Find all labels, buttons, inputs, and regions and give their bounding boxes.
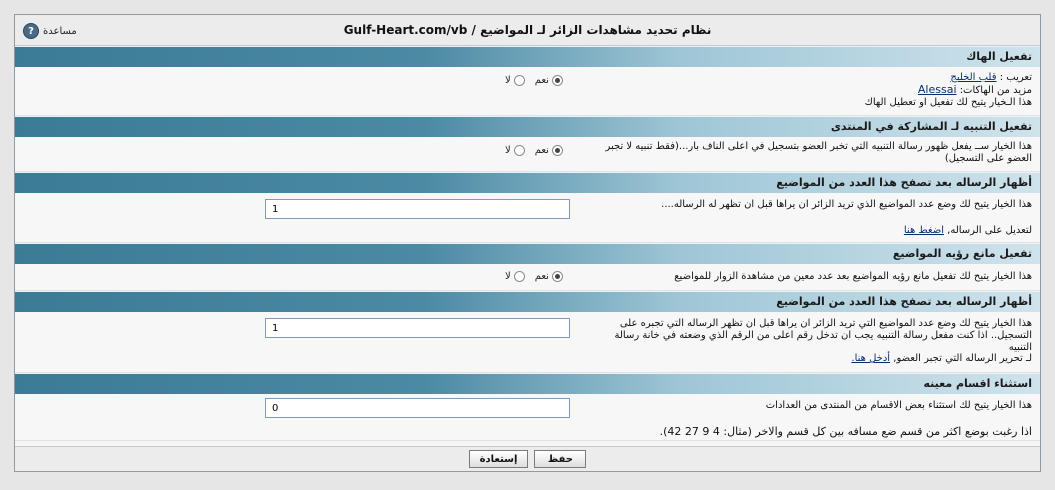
- radio-yes[interactable]: نعم: [535, 75, 563, 86]
- radio-button-checked[interactable]: [551, 271, 563, 282]
- settings-panel: نظام تحديد مشاهدات الزائر لـ المواضيع / …: [14, 14, 1041, 472]
- alert-radios: نعم لا: [505, 145, 563, 156]
- credit-label: تعريب :: [999, 72, 1032, 83]
- radio-button-checked[interactable]: [551, 145, 563, 156]
- edit-force-message-note: لـ تحرير الرساله التي تجبر العضو, أدخل ه…: [851, 353, 1032, 364]
- radio-no[interactable]: لا: [505, 145, 525, 156]
- section-heading-enable-hack: تفعيل الهاك: [15, 46, 1040, 67]
- message-count-input[interactable]: [265, 199, 570, 219]
- reset-button[interactable]: إستعادة: [468, 450, 529, 468]
- row-view-blocker: هذا الخيار يتيح لك تفعيل مانع رؤيه الموا…: [15, 264, 1040, 291]
- radio-yes-label: نعم: [534, 75, 549, 86]
- title-bar: نظام تحديد مشاهدات الزائر لـ المواضيع / …: [15, 15, 1040, 46]
- row-exclude-forums: هذا الخيار يتيح لك استثناء بعض الاقسام م…: [15, 394, 1040, 441]
- section-heading-alert: تفعيل التنبيه لـ المشاركة في المنتدى: [15, 116, 1040, 137]
- radio-no[interactable]: لا: [505, 271, 525, 282]
- view-blocker-description: هذا الخيار يتيح لك تفعيل مانع رؤيه الموا…: [674, 271, 1032, 282]
- radio-button[interactable]: [513, 271, 525, 282]
- edit-message-note: لتعديل على الرساله, اضغط هنا: [904, 225, 1032, 236]
- enable-hack-radios: نعم لا: [505, 75, 563, 86]
- row-description: تعريب : قلب الخليج مزيد من الهاكات: Ales…: [592, 72, 1032, 109]
- radio-button-checked[interactable]: [551, 75, 563, 86]
- section-heading-message-count: أظهار الرساله بعد تصفح هذا العدد من المو…: [15, 172, 1040, 193]
- edit-message-link[interactable]: اضغط هنا: [904, 225, 944, 236]
- row-force-register: هذا الخيار يتيح لك وضع عدد المواضيع التي…: [15, 312, 1040, 373]
- radio-no-label: لا: [505, 75, 511, 86]
- radio-yes[interactable]: نعم: [535, 271, 563, 282]
- radio-button[interactable]: [513, 145, 525, 156]
- more-hacks-link[interactable]: Alessai: [918, 83, 957, 96]
- help-link[interactable]: ? مساعدة: [23, 23, 77, 39]
- row-alert: هذا الخيار ســ يفعل ظهور رسالة التنبيه ا…: [15, 137, 1040, 172]
- help-icon[interactable]: ?: [23, 23, 39, 39]
- edit-force-message-text: لـ تحرير الرساله التي تجبر العضو,: [893, 353, 1032, 364]
- force-register-input[interactable]: [265, 318, 570, 338]
- message-count-description: هذا الخيار يتيح لك وضع عدد المواضيع الذي…: [661, 199, 1032, 210]
- radio-no-label: لا: [505, 145, 511, 156]
- row-enable-hack: تعريب : قلب الخليج مزيد من الهاكات: Ales…: [15, 67, 1040, 116]
- more-hacks-label: مزيد من الهاكات:: [959, 85, 1032, 96]
- radio-button[interactable]: [513, 75, 525, 86]
- alert-description: هذا الخيار ســ يفعل ظهور رسالة التنبيه ا…: [605, 141, 1032, 164]
- force-register-description: هذا الخيار يتيح لك وضع عدد المواضيع التي…: [614, 318, 1033, 353]
- radio-yes[interactable]: نعم: [535, 145, 563, 156]
- radio-yes-label: نعم: [534, 271, 549, 282]
- form-footer: حفظ إستعادة: [15, 446, 1040, 471]
- exclude-forums-description: هذا الخيار يتيح لك استثناء بعض الاقسام م…: [765, 400, 1032, 411]
- credit-link[interactable]: قلب الخليج: [950, 72, 996, 83]
- radio-no[interactable]: لا: [505, 75, 525, 86]
- page-title: نظام تحديد مشاهدات الزائر لـ المواضيع / …: [343, 23, 712, 37]
- section-heading-exclude-forums: استثناء اقسام معينه: [15, 373, 1040, 394]
- row-message-count: هذا الخيار يتيح لك وضع عدد المواضيع الذي…: [15, 193, 1040, 243]
- enable-hack-description: هذا الـخيار يتيح لك تفعيل او تعطيل الهاك: [864, 97, 1032, 108]
- edit-force-message-link[interactable]: أدخل هنا.: [851, 353, 890, 364]
- edit-message-text: لتعديل على الرساله,: [947, 225, 1032, 236]
- radio-no-label: لا: [505, 271, 511, 282]
- radio-yes-label: نعم: [534, 145, 549, 156]
- help-label[interactable]: مساعدة: [43, 26, 77, 37]
- section-heading-force-register: أظهار الرساله بعد تصفح هذا العدد من المو…: [15, 291, 1040, 312]
- exclude-forums-example: اذا رغبت بوضع اكثر من قسم ضع مسافه بين ك…: [659, 425, 1032, 438]
- view-blocker-radios: نعم لا: [505, 271, 563, 282]
- save-button[interactable]: حفظ: [534, 450, 587, 468]
- section-heading-view-blocker: تفعيل مانع رؤيه المواضيع: [15, 243, 1040, 264]
- exclude-forums-input[interactable]: [265, 398, 570, 418]
